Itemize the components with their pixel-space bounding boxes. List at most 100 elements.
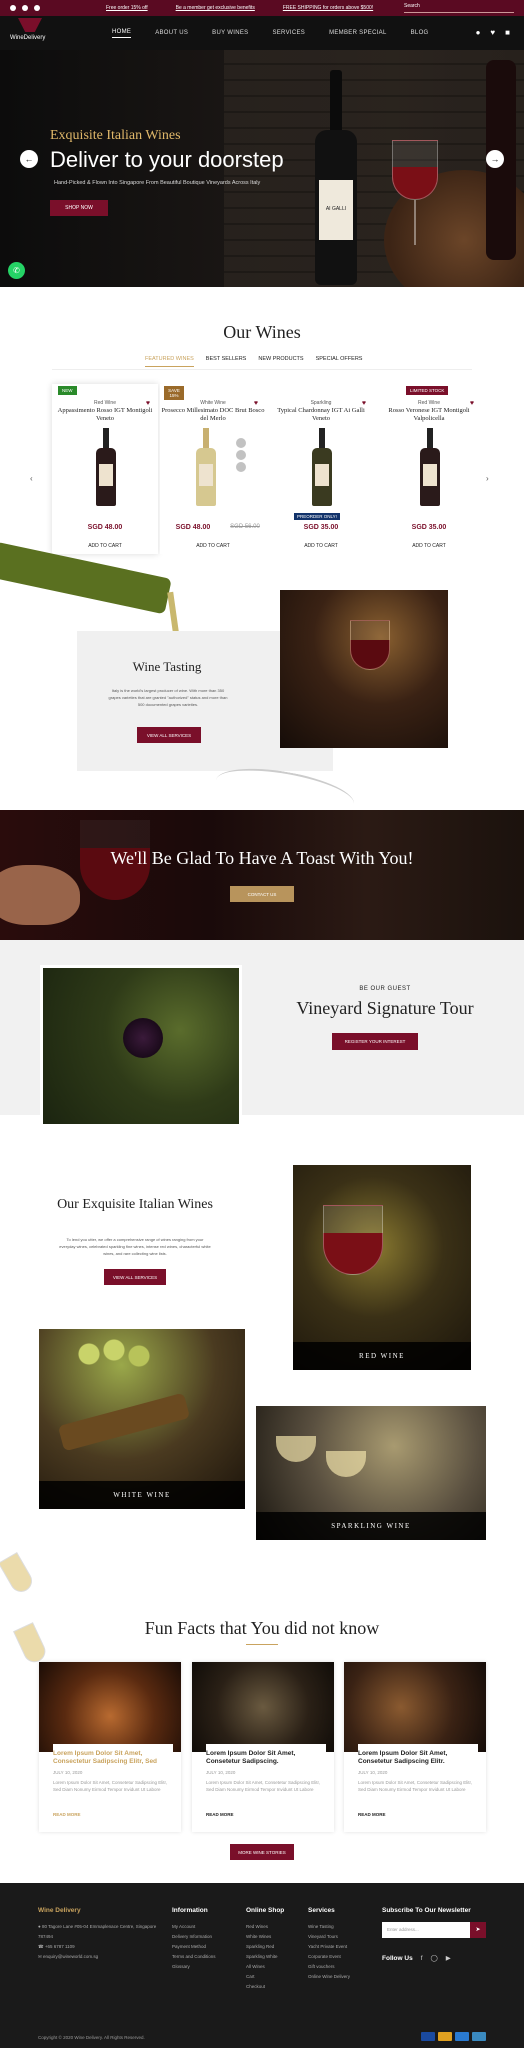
read-more-link[interactable]: READ MORE [206, 1812, 234, 1817]
facebook-icon[interactable] [10, 5, 16, 11]
footer-link[interactable]: Payment Method [172, 1942, 216, 1952]
blog-card[interactable]: Lorem Ipsum Dolor Sit Amet, Consectetur … [39, 1662, 181, 1832]
grapes [69, 1334, 169, 1374]
bottle-label: AI GALLI [325, 206, 347, 212]
product-name[interactable]: Typical Chardonnay IGT Ai Galli Veneto [268, 407, 374, 423]
read-more-link[interactable]: READ MORE [358, 1812, 386, 1817]
footer-email[interactable]: ✉ enquiry@wineworld.com.sg [38, 1952, 158, 1962]
product-name[interactable]: Appassimento Rosso IGT Montigoli Veneto [52, 407, 158, 423]
footer-link[interactable]: Yacht Private Event [308, 1942, 350, 1952]
tab-new-products[interactable]: NEW PRODUCTS [258, 356, 303, 367]
nav-item-home[interactable]: HOME [112, 29, 132, 38]
hero-next-arrow-icon[interactable]: → [486, 150, 504, 168]
product-bottle-image[interactable] [420, 428, 440, 506]
footer-link[interactable]: Delivery Information [172, 1932, 216, 1942]
cart-icon[interactable]: ■ [505, 28, 510, 37]
wine-tasting-description: Italy is the world's largest producer of… [108, 688, 228, 707]
footer-link[interactable]: Corporate Event [308, 1952, 350, 1962]
carousel-prev-icon[interactable]: ‹ [30, 474, 33, 483]
footer-link[interactable]: Red Wines [246, 1922, 284, 1932]
more-wine-stories-button[interactable]: MORE WINE STORIES [230, 1844, 294, 1860]
footer-link[interactable]: White Wines [246, 1932, 284, 1942]
product-card[interactable]: ♥ Sparkling Typical Chardonnay IGT Ai Ga… [268, 384, 374, 554]
hero-description: Hand-Picked & Flown Into Singapore From … [54, 180, 261, 186]
product-name[interactable]: Rosso Veronese IGT Montigoli Valpolicell… [376, 407, 482, 423]
footer-link[interactable]: My Account [172, 1922, 216, 1932]
youtube-icon[interactable]: ▶ [446, 1955, 451, 1962]
footer-link[interactable]: Checkout [246, 1982, 284, 1992]
product-card[interactable]: LIMITED STOCK ♥ Red Wine Rosso Veronese … [376, 384, 482, 554]
carousel-next-icon[interactable]: › [486, 474, 489, 483]
heart-icon[interactable]: ♥ [490, 28, 495, 37]
whatsapp-icon[interactable]: ✆ [8, 262, 25, 279]
footer-link[interactable]: Wine Tasting [308, 1922, 350, 1932]
blog-excerpt: Lorem Ipsum Dolor Sit Amet, Consetetur S… [53, 1780, 168, 1792]
red-wine-tile[interactable]: RED WINE [293, 1165, 471, 1370]
instagram-icon[interactable]: ◯ [431, 1955, 438, 1962]
facebook-icon[interactable]: f [421, 1955, 423, 1962]
nav-item-member-special[interactable]: MEMBER SPECIAL [329, 30, 387, 36]
tab-best-sellers[interactable]: BEST SELLERS [206, 356, 247, 367]
tab-featured-wines[interactable]: FEATURED WINES [145, 356, 194, 367]
search-input[interactable]: Search [404, 3, 514, 13]
footer-link[interactable]: Online Wine Delivery [308, 1972, 350, 1982]
youtube-icon[interactable] [34, 5, 40, 11]
footer-col-title: Online Shop [246, 1907, 285, 1914]
nav-item-services[interactable]: SERVICES [272, 30, 305, 36]
nav-item-buy-wines[interactable]: BUY WINES [212, 30, 248, 36]
footer-phone[interactable]: ☎ +65 6787 1109 [38, 1942, 158, 1952]
tab-special-offers[interactable]: SPECIAL OFFERS [316, 356, 363, 367]
product-badge: NEW [58, 386, 77, 395]
nav-item-blog[interactable]: BLOG [411, 30, 429, 36]
nav-item-about[interactable]: ABOUT US [155, 30, 188, 36]
paypal-icon [472, 2032, 486, 2041]
send-icon[interactable]: ➤ [470, 1922, 486, 1938]
logo[interactable]: WineDelivery [10, 18, 70, 48]
user-icon[interactable]: ● [476, 28, 481, 37]
blog-image[interactable] [344, 1662, 486, 1752]
read-more-link[interactable]: READ MORE [53, 1812, 81, 1817]
register-interest-button[interactable]: REGISTER YOUR INTEREST [332, 1033, 418, 1050]
promo-link-2[interactable]: Be a member get exclusive benefits [176, 5, 255, 11]
footer-link[interactable]: Gift vouchers [308, 1962, 350, 1972]
newsletter-email-input[interactable]: Enter address... [382, 1922, 470, 1938]
blog-title[interactable]: Lorem Ipsum Dolor Sit Amet, Consectetur … [53, 1744, 173, 1766]
shop-now-button[interactable]: SHOP NOW [50, 200, 108, 216]
contact-us-button[interactable]: CONTACT US [230, 886, 294, 902]
fun-facts-title: Fun Facts that You did not know [144, 1618, 380, 1638]
exquisite-view-services-button[interactable]: VIEW ALL SERVICES [104, 1269, 166, 1285]
footer-newsletter: Subscribe To Our Newsletter Enter addres… [382, 1907, 492, 1962]
product-name[interactable]: Prosecco Millesimato DOC Brut Bosco del … [160, 407, 266, 423]
product-bottle-image[interactable] [96, 428, 116, 506]
amex-icon [455, 2032, 469, 2041]
footer-link[interactable]: Cart [246, 1972, 284, 1982]
hero-prev-arrow-icon[interactable]: ← [20, 150, 38, 168]
footer-link[interactable]: Vineyard Tours [308, 1932, 350, 1942]
footer-link[interactable]: Glossary [172, 1962, 216, 1972]
white-wine-tile[interactable]: WHITE WINE [39, 1329, 245, 1509]
blog-image[interactable] [192, 1662, 334, 1752]
promo-link-1[interactable]: Free order 15% off [106, 5, 148, 11]
add-to-cart-button[interactable]: ADD TO CART [52, 543, 158, 549]
footer-link[interactable]: Terms and Conditions [172, 1952, 216, 1962]
footer-link[interactable]: Sparkling White [246, 1952, 284, 1962]
promo-link-3[interactable]: FREE SHIPPING for orders above $500! [283, 5, 373, 11]
sparkling-wine-tile[interactable]: SPARKLING WINE [256, 1406, 486, 1540]
blog-image[interactable] [39, 1662, 181, 1752]
blog-title[interactable]: Lorem Ipsum Dolor Sit Amet, Consetetur S… [358, 1744, 478, 1766]
blog-title[interactable]: Lorem Ipsum Dolor Sit Amet, Consetetur S… [206, 1744, 326, 1766]
blog-card[interactable]: Lorem Ipsum Dolor Sit Amet, Consetetur S… [192, 1662, 334, 1832]
add-to-cart-button[interactable]: ADD TO CART [268, 543, 374, 549]
product-card[interactable]: SAVE 15% ♥ White Wine Prosecco Millesima… [160, 384, 266, 554]
product-bottle-image[interactable] [312, 428, 332, 506]
view-all-services-button[interactable]: VIEW ALL SERVICES [137, 727, 201, 743]
footer-link[interactable]: Sparkling Red [246, 1942, 284, 1952]
white-wine-caption: WHITE WINE [39, 1481, 245, 1509]
instagram-icon[interactable] [22, 5, 28, 11]
add-to-cart-button[interactable]: ADD TO CART [376, 543, 482, 549]
blog-card[interactable]: Lorem Ipsum Dolor Sit Amet, Consetetur S… [344, 1662, 486, 1832]
wine-stream [167, 591, 179, 633]
footer-link[interactable]: All Wines [246, 1962, 284, 1972]
product-bottle-image[interactable] [196, 428, 216, 506]
add-to-cart-button[interactable]: ADD TO CART [160, 543, 266, 549]
